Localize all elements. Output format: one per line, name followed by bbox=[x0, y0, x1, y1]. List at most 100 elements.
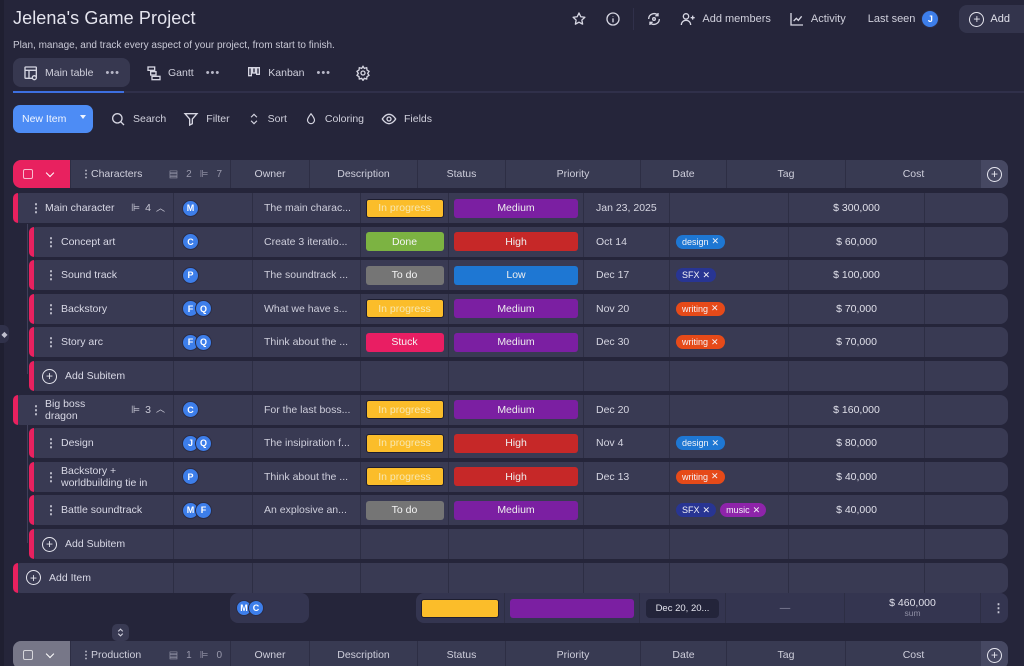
sort-button[interactable]: Sort bbox=[247, 111, 287, 127]
subitem-name[interactable]: Backstory bbox=[61, 303, 107, 315]
status-cell[interactable]: In progress bbox=[360, 428, 448, 459]
priority-cell[interactable]: Medium bbox=[448, 293, 583, 324]
owner-cell[interactable]: P bbox=[173, 260, 252, 291]
status-cell[interactable]: In progress bbox=[360, 461, 448, 492]
owner-cell[interactable]: P bbox=[173, 461, 252, 492]
kebab-menu-icon[interactable]: ⋮ bbox=[30, 201, 42, 215]
subitem-name-cell[interactable]: ⋮ Sound track bbox=[34, 260, 173, 290]
table-row[interactable]: ⋮ Main character ⊫ 4 ︿ M The main charac... In … bbox=[13, 193, 1008, 223]
description-cell[interactable]: The insipiration f... bbox=[252, 428, 360, 459]
column-header-cost[interactable]: Cost bbox=[845, 641, 981, 666]
tag-cell[interactable]: SFX ✕ bbox=[669, 260, 788, 291]
subitems-toggle[interactable]: ⊫ 4 ︿ bbox=[131, 202, 165, 215]
date-cell[interactable]: Oct 14 bbox=[583, 226, 669, 257]
group-name[interactable]: Characters bbox=[91, 168, 142, 180]
priority-badge[interactable]: Medium bbox=[454, 400, 578, 420]
summary-menu[interactable]: ⋮ bbox=[980, 593, 1007, 623]
group-name[interactable]: Production bbox=[91, 649, 141, 661]
remove-tag-icon[interactable]: ✕ bbox=[711, 471, 719, 482]
column-header-owner[interactable]: Owner bbox=[230, 641, 309, 666]
subitem-name-cell[interactable]: ⋮ Backstory bbox=[34, 294, 173, 324]
column-header-tag[interactable]: Tag bbox=[726, 160, 845, 188]
chevron-up-icon[interactable]: ︿ bbox=[156, 402, 165, 415]
description-cell[interactable]: Create 3 iteratio... bbox=[252, 226, 360, 257]
column-header-description[interactable]: Description bbox=[309, 160, 417, 188]
subitem-name[interactable]: Battle soundtrack bbox=[61, 504, 142, 516]
kebab-menu-icon[interactable]: ⋮ bbox=[30, 403, 42, 417]
chevron-down-icon[interactable] bbox=[45, 649, 55, 658]
status-cell[interactable]: Stuck bbox=[360, 327, 448, 358]
kebab-menu-icon[interactable]: ⋮ bbox=[45, 302, 57, 316]
tag-cell[interactable]: SFX ✕ music ✕ bbox=[669, 495, 788, 526]
subitem-name-cell[interactable]: ⋮ Battle soundtrack bbox=[34, 495, 173, 525]
status-badge[interactable]: Stuck bbox=[365, 332, 444, 352]
status-cell[interactable]: In progress bbox=[360, 193, 448, 223]
date-cell[interactable]: Nov 4 bbox=[583, 428, 669, 459]
add-item-button[interactable]: + Add Item bbox=[18, 563, 173, 593]
tag-cell[interactable]: writing ✕ bbox=[669, 293, 788, 324]
more-icon[interactable]: ••• bbox=[206, 67, 221, 79]
tab-main-table[interactable]: Main table ••• bbox=[13, 58, 131, 87]
owner-cell[interactable]: FQ bbox=[173, 293, 252, 324]
cost-cell[interactable]: $ 80,000 bbox=[788, 428, 924, 459]
date-range-chip[interactable]: Dec 20, 20... bbox=[646, 598, 719, 618]
item-name-cell[interactable]: ⋮ Big boss dragon ⊫ 3 ︿ bbox=[18, 395, 173, 425]
priority-badge[interactable]: High bbox=[454, 433, 578, 453]
add-column-button[interactable]: + bbox=[981, 160, 1008, 188]
tag-chip[interactable]: writing ✕ bbox=[676, 301, 725, 316]
description-cell[interactable]: Think about the ... bbox=[252, 327, 360, 358]
tag-chip[interactable]: design ✕ bbox=[676, 436, 726, 451]
more-icon[interactable]: ••• bbox=[105, 67, 120, 79]
tab-kanban[interactable]: Kanban ••• bbox=[236, 58, 341, 87]
date-cell[interactable]: Dec 30 bbox=[583, 327, 669, 358]
subitem-name[interactable]: Concept art bbox=[61, 236, 115, 248]
add-subitem-button[interactable]: + Add Subitem bbox=[34, 361, 173, 391]
subitem-row[interactable]: ⋮ Sound track P The soundtrack ... To do Low D… bbox=[29, 260, 1008, 291]
subitem-row[interactable]: ⋮ Story arc F Q Think about the ... Stuck Medi… bbox=[29, 327, 1008, 358]
remove-tag-icon[interactable]: ✕ bbox=[711, 303, 719, 314]
owner-cell[interactable]: MF bbox=[173, 495, 252, 526]
add-members-button[interactable]: Add members bbox=[680, 11, 771, 27]
chevron-down-icon[interactable] bbox=[45, 168, 55, 177]
subitem-name-cell[interactable]: ⋮ Backstory + worldbuilding tie in bbox=[34, 462, 173, 492]
sidebar-toggle[interactable]: ◆ bbox=[0, 325, 9, 343]
subitem-name[interactable]: Story arc bbox=[61, 336, 103, 348]
tag-cell[interactable] bbox=[669, 193, 788, 223]
column-header-date[interactable]: Date bbox=[640, 641, 726, 666]
item-name[interactable]: Main character bbox=[45, 202, 114, 214]
description-cell[interactable]: What we have s... bbox=[252, 293, 360, 324]
status-badge[interactable]: In progress bbox=[365, 467, 444, 487]
priority-cell[interactable]: Medium bbox=[448, 495, 583, 526]
column-header-cost[interactable]: Cost bbox=[845, 160, 981, 188]
remove-tag-icon[interactable]: ✕ bbox=[703, 505, 711, 516]
subitem-name[interactable]: Design bbox=[61, 437, 94, 449]
sync-icon[interactable] bbox=[642, 7, 666, 31]
status-cell[interactable]: To do bbox=[360, 260, 448, 291]
coloring-button[interactable]: Coloring bbox=[304, 111, 364, 127]
status-badge[interactable]: To do bbox=[365, 265, 444, 285]
kebab-menu-icon[interactable]: ⋮ bbox=[45, 436, 57, 450]
kebab-menu-icon[interactable]: ⋮ bbox=[45, 235, 57, 249]
add-subitem-button[interactable]: + Add Subitem bbox=[34, 529, 173, 559]
kebab-menu-icon[interactable]: ⋮ bbox=[45, 503, 57, 517]
remove-tag-icon[interactable]: ✕ bbox=[712, 236, 720, 247]
owner-cell[interactable]: JQ bbox=[173, 428, 252, 459]
cost-cell[interactable]: $ 70,000 bbox=[788, 327, 924, 358]
cost-cell[interactable]: $ 60,000 bbox=[788, 226, 924, 257]
owner-cell[interactable]: C bbox=[173, 226, 252, 257]
priority-badge[interactable]: Medium bbox=[454, 299, 578, 319]
add-subitem-row[interactable]: + Add Subitem bbox=[29, 361, 1008, 391]
cost-cell[interactable]: $ 160,000 bbox=[788, 394, 924, 425]
add-item-row[interactable]: + Add Item bbox=[13, 562, 1008, 593]
subitem-name[interactable]: Backstory + worldbuilding tie in bbox=[61, 465, 173, 489]
cost-cell[interactable]: $ 100,000 bbox=[788, 260, 924, 291]
priority-cell[interactable]: Low bbox=[448, 260, 583, 291]
subitem-row[interactable]: ⋮ Backstory + worldbuilding tie in P Think … bbox=[29, 461, 1008, 492]
more-icon[interactable]: ••• bbox=[316, 67, 331, 79]
drag-handle-icon[interactable]: ⋮ bbox=[81, 169, 91, 180]
kebab-menu-icon[interactable]: ⋮ bbox=[45, 268, 57, 282]
status-badge[interactable]: In progress bbox=[365, 433, 444, 453]
gear-icon[interactable] bbox=[351, 61, 375, 85]
star-icon[interactable] bbox=[567, 7, 591, 31]
tag-cell[interactable]: writing ✕ bbox=[669, 461, 788, 492]
